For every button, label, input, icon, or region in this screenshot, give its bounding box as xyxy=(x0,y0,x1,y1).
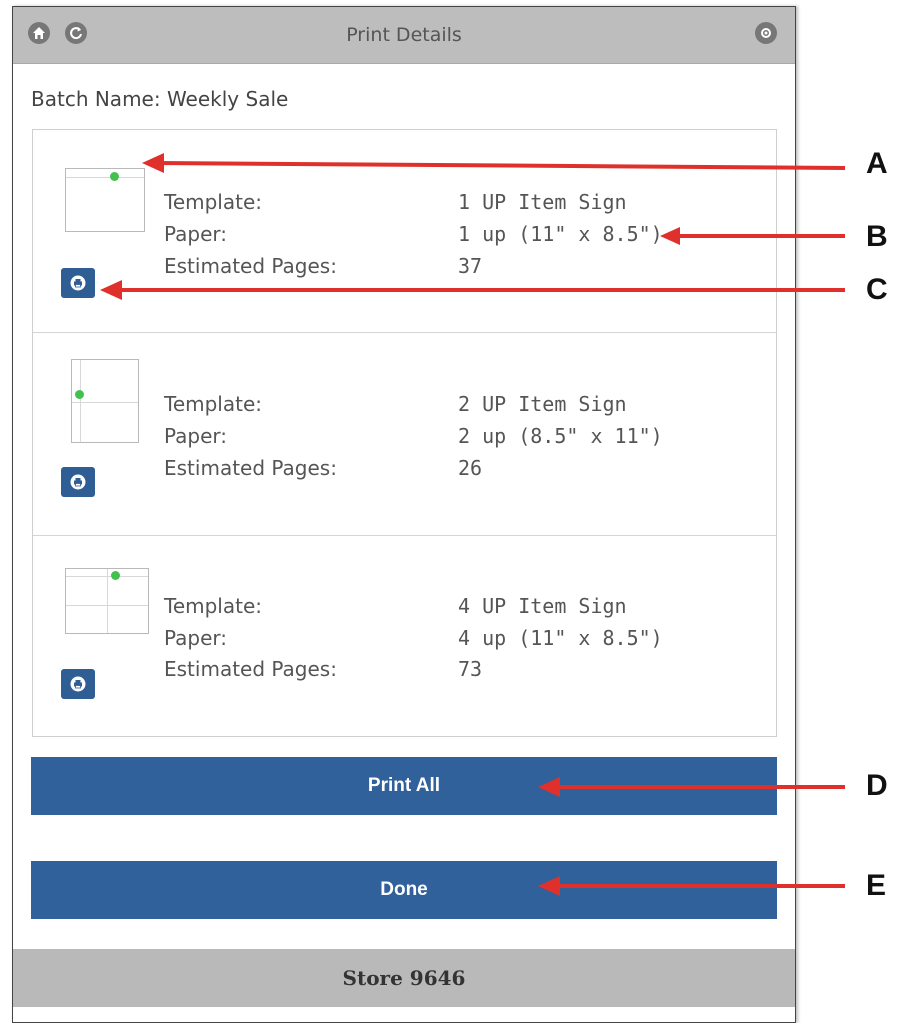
callout-label: B xyxy=(866,220,888,253)
callout-label: D xyxy=(866,769,888,802)
callout-label: E xyxy=(866,869,887,902)
callout-label: C xyxy=(866,273,888,306)
callout-arrows xyxy=(100,153,846,896)
arrow-a xyxy=(157,161,846,170)
callout-label: A xyxy=(866,147,888,180)
